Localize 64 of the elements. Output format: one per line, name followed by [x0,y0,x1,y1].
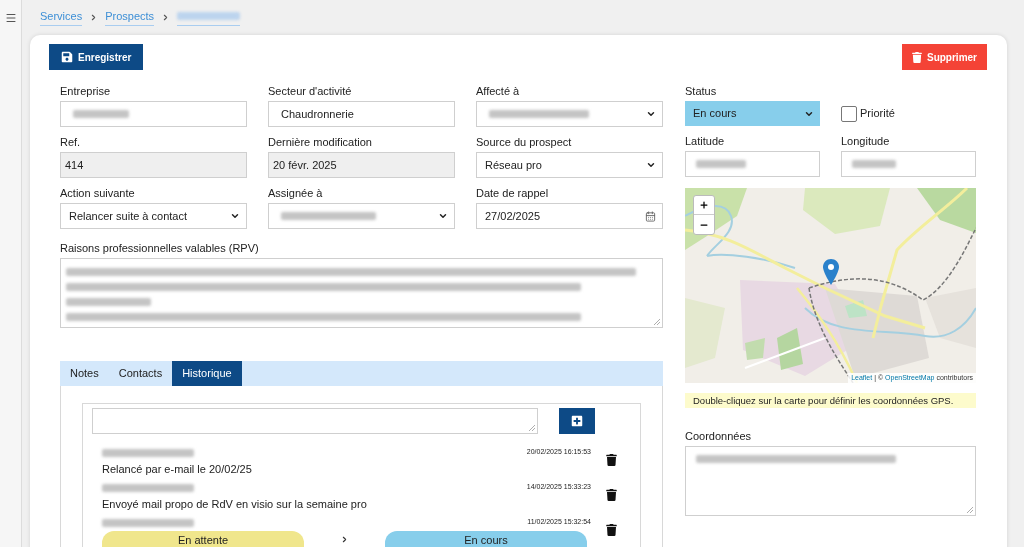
status-tag: En cours [385,531,587,547]
priority-checkbox[interactable] [841,105,857,122]
field-label: Action suivante [60,186,136,201]
trash-icon [605,489,617,501]
text-field[interactable] [841,151,976,177]
resize-handle-icon [967,507,973,513]
checkbox-label: Priorité [860,106,895,122]
note-text: Relancé par e-mail le 20/02/25 [102,462,253,477]
field-label: Longitude [841,134,891,149]
menu-icon[interactable] [4,12,17,24]
field-label: Raisons professionnelles valables (RPV) [60,241,260,256]
field-label: Ref. [60,135,82,150]
blurred-text[interactable] [177,9,241,26]
note-input[interactable] [92,408,538,434]
readonly-field: 414 [60,152,247,178]
field-label: Assignée à [268,186,324,201]
tab[interactable]: Contacts [108,361,173,386]
date-field[interactable]: 27/02/2025 [476,203,663,229]
text-field[interactable] [60,101,247,127]
plus-icon [699,200,709,210]
save-icon [61,51,73,63]
textarea-field[interactable] [60,258,663,328]
trash-icon [605,454,617,466]
map-pin-icon [823,259,839,285]
field-label: Coordonnées [685,429,753,444]
caret-icon [646,109,656,119]
text-field[interactable] [685,151,820,177]
status-tag: En attente [102,531,304,547]
caret-icon [646,160,656,170]
field-label: Secteur d'activité [268,84,353,99]
field-label: Date de rappel [476,186,550,201]
calendar-icon [645,210,656,222]
field-label: Dernière modification [268,135,373,150]
textarea-field[interactable] [685,446,976,516]
select-field[interactable]: Réseau pro [476,152,663,178]
tab[interactable]: Notes [60,361,109,386]
field-label: Latitude [685,134,726,149]
note-text: Envoyé mail propo de RdV en visio sur la semaine pro [102,497,368,512]
select-field[interactable] [476,101,663,127]
tab[interactable]: Historique [172,361,242,386]
field-label: Affecté à [476,84,521,99]
field-label: Status [685,84,718,99]
save-button[interactable]: Enregistrer [49,44,144,70]
map-hint: Double-cliquez sur la carte pour définir les coordonnées GPS. [685,393,976,408]
caret-icon [230,211,240,221]
add-button[interactable] [559,408,595,434]
text-field[interactable]: Chaudronnerie [268,101,455,127]
plus-icon [571,415,583,427]
trash-icon [912,51,922,63]
status-select[interactable]: En cours [685,101,820,126]
field-label: Entreprise [60,84,112,99]
readonly-field: 20 févr. 2025 [268,152,455,178]
delete-button[interactable]: Supprimer [902,44,987,70]
caret-icon [438,211,448,221]
select-field[interactable]: Relancer suite à contact [60,203,247,229]
delete-button[interactable] [605,523,617,537]
select-field[interactable] [268,203,455,229]
delete-button[interactable] [605,488,617,502]
delete-button[interactable] [605,453,617,467]
chevron-icon [340,534,349,544]
trash-icon [605,524,617,536]
resize-handle-icon [654,319,660,325]
field-label: Source du prospect [476,135,573,150]
resize-handle-icon [529,425,535,431]
